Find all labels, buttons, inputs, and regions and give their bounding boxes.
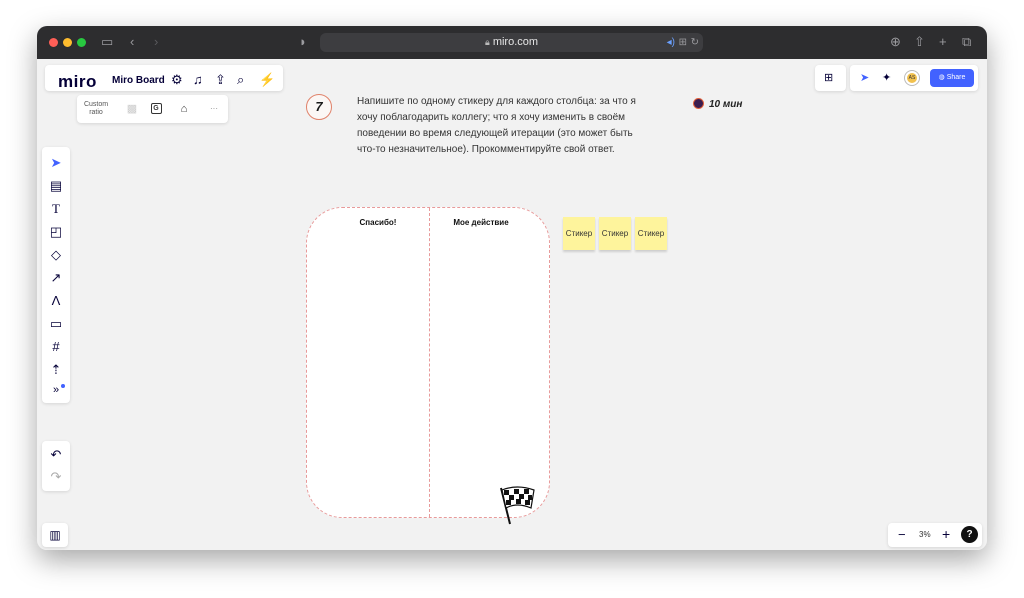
close-window-button[interactable]	[49, 38, 58, 47]
column-title-action[interactable]: Мое действие	[420, 218, 542, 227]
sticky-note[interactable]: Стикер	[563, 217, 595, 250]
frame-icon[interactable]: #	[42, 337, 70, 357]
minimize-window-button[interactable]	[63, 38, 72, 47]
text-tool-icon[interactable]: T	[42, 199, 70, 219]
lock-open-icon[interactable]: ⌂	[175, 95, 193, 123]
download-icon[interactable]: ⊕	[890, 34, 901, 50]
select-tool-icon[interactable]: ➤	[42, 153, 70, 173]
sticky-note[interactable]: Стикер	[635, 217, 667, 250]
cursor-icon[interactable]: ➤	[860, 71, 869, 85]
instruction-text[interactable]: Напишите по одному стикеру для каждого с…	[357, 94, 677, 158]
undo-redo-panel: ↶ ↷	[42, 441, 70, 491]
share-label: Share	[946, 74, 966, 81]
sidebar-toggle-icon[interactable]: ▭	[101, 34, 113, 50]
instruction-line: Напишите по одному стикеру для каждого с…	[357, 96, 636, 107]
sticky-note-icon[interactable]: ◰	[42, 222, 70, 242]
comment-icon[interactable]: ▭	[42, 314, 70, 334]
tabs-overview-icon[interactable]: ⧉	[962, 34, 971, 50]
miro-logo[interactable]: miro	[58, 72, 97, 92]
maximize-window-button[interactable]	[77, 38, 86, 47]
audio-icon[interactable]: ◂)	[667, 33, 675, 52]
zoom-out-button[interactable]: −	[898, 527, 906, 542]
lock-icon: 🔒︎	[484, 37, 490, 47]
upload-icon[interactable]: ⇪	[215, 73, 226, 87]
grid-button[interactable]: G	[147, 95, 165, 123]
share-button[interactable]: ◍ Share	[930, 69, 974, 87]
more-options-button[interactable]: ···	[205, 95, 223, 123]
new-tab-icon[interactable]: +	[939, 34, 947, 50]
zoom-in-button[interactable]: +	[942, 526, 950, 542]
miro-canvas[interactable]: miro Miro Board ⚙ ♫ ⇪ ⌕ ⚡ Custom ratio ▩…	[37, 59, 987, 550]
context-toolbar: Custom ratio ▩ G ⌂ ···	[77, 95, 228, 123]
clock-icon	[693, 98, 704, 109]
connector-arrow-icon[interactable]: ↗	[42, 268, 70, 288]
celebrate-icon[interactable]: ✦	[882, 71, 891, 85]
zoom-panel: − 3% + ?	[888, 523, 982, 547]
notification-dot	[61, 384, 65, 388]
bell-icon[interactable]: ♫	[193, 73, 203, 87]
address-bar[interactable]: 🔒︎ miro.com ◂) ⊞ ↻	[320, 33, 703, 52]
custom-ratio-label-2: ratio	[89, 109, 103, 116]
instruction-line: что-то незначительное). Прокомментируйте…	[357, 144, 615, 155]
redo-icon[interactable]: ↷	[42, 467, 70, 487]
custom-ratio-button[interactable]: Custom ratio	[79, 95, 113, 123]
shield-icon[interactable]: ◗	[299, 34, 307, 50]
step-number[interactable]: 7	[306, 94, 332, 120]
browser-titlebar: ▭ ‹ › ◗ 🔒︎ miro.com ◂) ⊞ ↻ ⊕ ⇧ + ⧉	[37, 26, 987, 59]
share-page-icon[interactable]: ⇧	[914, 34, 925, 50]
undo-icon[interactable]: ↶	[42, 445, 70, 465]
translate-icon[interactable]: ⊞	[679, 33, 687, 52]
apps-icon[interactable]: ⊞	[824, 71, 833, 85]
timer-label: 10 мин	[709, 99, 743, 110]
templates-icon[interactable]: ▤	[42, 176, 70, 196]
board-list-icon[interactable]: ▥	[42, 525, 68, 545]
fill-pattern-icon[interactable]: ▩	[121, 95, 143, 123]
checkered-flag-icon[interactable]	[497, 484, 537, 526]
apps-panel: ⊞	[815, 65, 846, 91]
search-icon[interactable]: ⌕	[237, 73, 244, 87]
back-icon[interactable]: ‹	[130, 34, 134, 50]
instruction-line: хочу поблагодарить коллегу; что я хочу и…	[357, 112, 626, 123]
browser-window: ▭ ‹ › ◗ 🔒︎ miro.com ◂) ⊞ ↻ ⊕ ⇧ + ⧉ miro …	[37, 26, 987, 550]
help-button[interactable]: ?	[961, 526, 978, 543]
board-header-panel: miro Miro Board ⚙ ♫ ⇪ ⌕ ⚡	[45, 65, 283, 91]
grid-icon: G	[150, 103, 162, 114]
custom-ratio-label-1: Custom	[83, 101, 109, 108]
column-divider	[429, 208, 430, 517]
avatar[interactable]: AS	[905, 71, 919, 85]
reload-icon[interactable]: ↻	[691, 33, 699, 52]
zoom-level[interactable]: 3%	[919, 530, 931, 539]
url-text: miro.com	[492, 36, 539, 48]
plugin-icon[interactable]: ⚡	[259, 73, 275, 87]
retro-frame[interactable]: Спасибо! Мое действие	[306, 207, 550, 518]
globe-icon: ◍	[938, 74, 945, 81]
sticky-note[interactable]: Стикер	[599, 217, 631, 250]
upload-tool-icon[interactable]: ⇡	[42, 360, 70, 380]
settings-icon[interactable]: ⚙	[171, 73, 183, 87]
collaboration-panel: ➤ ✦ AS ◍ Share	[850, 65, 978, 91]
instruction-line: поведении во время следующей итерации (э…	[357, 128, 633, 139]
board-name[interactable]: Miro Board	[112, 75, 165, 86]
shapes-icon[interactable]: ◇	[42, 245, 70, 265]
left-toolbar: ➤ ▤ T ◰ ◇ ↗ Λ ▭ # ⇡ »	[42, 147, 70, 403]
forward-icon[interactable]: ›	[154, 34, 158, 50]
timer[interactable]: 10 мин	[693, 98, 742, 110]
more-tools-icon[interactable]: »	[42, 380, 70, 400]
board-list-panel: ▥	[42, 523, 68, 547]
pen-icon[interactable]: Λ	[42, 291, 70, 311]
